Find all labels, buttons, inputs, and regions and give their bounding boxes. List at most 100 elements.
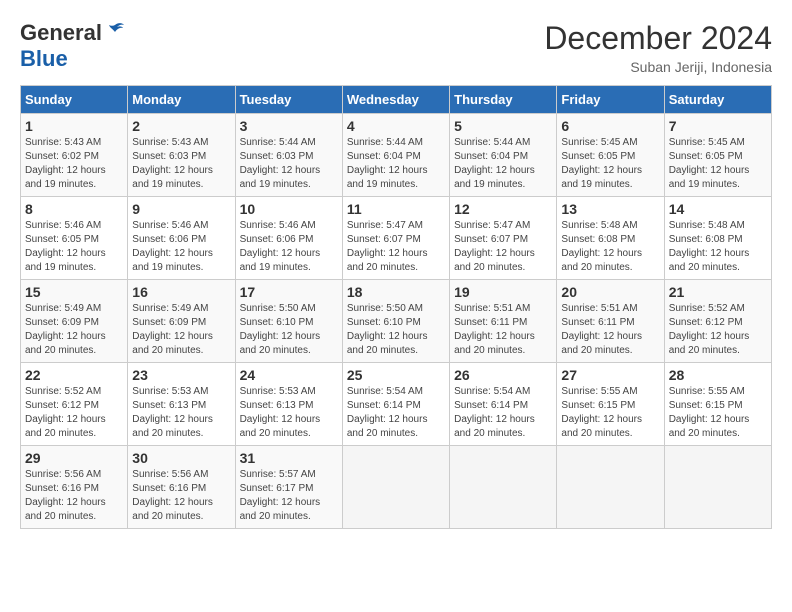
calendar-week-2: 8Sunrise: 5:46 AMSunset: 6:05 PMDaylight… [21,197,772,280]
day-info: Sunrise: 5:48 AMSunset: 6:08 PMDaylight:… [669,219,767,275]
day-info: Sunrise: 5:43 AMSunset: 6:03 PMDaylight:… [132,136,230,192]
day-number: 26 [454,367,552,383]
day-number: 1 [25,118,123,134]
day-info: Sunrise: 5:52 AMSunset: 6:12 PMDaylight:… [25,385,123,441]
table-row: 29 Sunrise: 5:56 AMSunset: 6:16 PMDayligh… [21,446,128,529]
calendar-header-row: Sunday Monday Tuesday Wednesday Thursday… [21,86,772,114]
day-info: Sunrise: 5:54 AMSunset: 6:14 PMDaylight:… [454,385,552,441]
table-row: 7Sunrise: 5:45 AMSunset: 6:05 PMDaylight… [664,114,771,197]
table-row: 6Sunrise: 5:45 AMSunset: 6:05 PMDaylight… [557,114,664,197]
day-info: Sunrise: 5:48 AMSunset: 6:08 PMDaylight:… [561,219,659,275]
logo-general-text: General [20,20,102,46]
day-info: Sunrise: 5:44 AMSunset: 6:03 PMDaylight:… [240,136,338,192]
day-info: Sunrise: 5:45 AMSunset: 6:05 PMDaylight:… [669,136,767,192]
day-number: 29 [25,450,123,466]
day-info: Sunrise: 5:57 AMSunset: 6:17 PMDaylight:… [240,468,338,524]
day-number: 24 [240,367,338,383]
day-number: 31 [240,450,338,466]
table-row: 2 Sunrise: 5:43 AMSunset: 6:03 PMDaylight… [128,114,235,197]
day-info: Sunrise: 5:54 AMSunset: 6:14 PMDaylight:… [347,385,445,441]
location-text: Suban Jeriji, Indonesia [544,59,772,75]
day-number: 4 [347,118,445,134]
table-row [557,446,664,529]
table-row: 13 Sunrise: 5:48 AMSunset: 6:08 PMDayligh… [557,197,664,280]
day-info: Sunrise: 5:56 AMSunset: 6:16 PMDaylight:… [132,468,230,524]
table-row: 25 Sunrise: 5:54 AMSunset: 6:14 PMDayligh… [342,363,449,446]
table-row: 1 Sunrise: 5:43 AMSunset: 6:02 PMDaylight… [21,114,128,197]
table-row: 11Sunrise: 5:47 AMSunset: 6:07 PMDayligh… [342,197,449,280]
table-row: 5 Sunrise: 5:44 AMSunset: 6:04 PMDaylight… [450,114,557,197]
day-info: Sunrise: 5:44 AMSunset: 6:04 PMDaylight:… [454,136,552,192]
col-sunday: Sunday [21,86,128,114]
day-info: Sunrise: 5:51 AMSunset: 6:11 PMDaylight:… [561,302,659,358]
day-number: 22 [25,367,123,383]
table-row: 31 Sunrise: 5:57 AMSunset: 6:17 PMDayligh… [235,446,342,529]
day-number: 15 [25,284,123,300]
table-row: 9 Sunrise: 5:46 AMSunset: 6:06 PMDaylight… [128,197,235,280]
table-row: 12Sunrise: 5:47 AMSunset: 6:07 PMDayligh… [450,197,557,280]
day-number: 10 [240,201,338,217]
table-row [664,446,771,529]
day-info: Sunrise: 5:55 AMSunset: 6:15 PMDaylight:… [561,385,659,441]
day-number: 23 [132,367,230,383]
table-row [342,446,449,529]
day-info: Sunrise: 5:49 AMSunset: 6:09 PMDaylight:… [132,302,230,358]
day-number: 12 [454,201,552,217]
table-row: 22 Sunrise: 5:52 AMSunset: 6:12 PMDayligh… [21,363,128,446]
day-info: Sunrise: 5:43 AMSunset: 6:02 PMDaylight:… [25,136,123,192]
table-row: 21 Sunrise: 5:52 AMSunset: 6:12 PMDayligh… [664,280,771,363]
day-info: Sunrise: 5:51 AMSunset: 6:11 PMDaylight:… [454,302,552,358]
page-header: General Blue December 2024 Suban Jeriji,… [20,20,772,75]
day-number: 11 [347,201,445,217]
calendar-week-4: 22 Sunrise: 5:52 AMSunset: 6:12 PMDayligh… [21,363,772,446]
table-row: 17 Sunrise: 5:50 AMSunset: 6:10 PMDayligh… [235,280,342,363]
table-row: 15 Sunrise: 5:49 AMSunset: 6:09 PMDayligh… [21,280,128,363]
day-number: 30 [132,450,230,466]
day-number: 20 [561,284,659,300]
logo-blue-text: Blue [20,46,68,72]
day-info: Sunrise: 5:50 AMSunset: 6:10 PMDaylight:… [347,302,445,358]
day-number: 2 [132,118,230,134]
col-wednesday: Wednesday [342,86,449,114]
day-number: 25 [347,367,445,383]
day-number: 5 [454,118,552,134]
table-row: 10 Sunrise: 5:46 AMSunset: 6:06 PMDayligh… [235,197,342,280]
day-info: Sunrise: 5:46 AMSunset: 6:05 PMDaylight:… [25,219,123,275]
table-row: 16 Sunrise: 5:49 AMSunset: 6:09 PMDayligh… [128,280,235,363]
day-number: 6 [561,118,659,134]
day-info: Sunrise: 5:56 AMSunset: 6:16 PMDaylight:… [25,468,123,524]
col-tuesday: Tuesday [235,86,342,114]
day-number: 21 [669,284,767,300]
day-number: 13 [561,201,659,217]
day-number: 16 [132,284,230,300]
col-thursday: Thursday [450,86,557,114]
table-row: 14Sunrise: 5:48 AMSunset: 6:08 PMDayligh… [664,197,771,280]
day-number: 17 [240,284,338,300]
table-row: 3 Sunrise: 5:44 AMSunset: 6:03 PMDaylight… [235,114,342,197]
table-row: 27 Sunrise: 5:55 AMSunset: 6:15 PMDayligh… [557,363,664,446]
col-friday: Friday [557,86,664,114]
day-number: 3 [240,118,338,134]
day-number: 18 [347,284,445,300]
table-row [450,446,557,529]
logo: General Blue [20,20,126,72]
month-title: December 2024 [544,20,772,57]
day-info: Sunrise: 5:50 AMSunset: 6:10 PMDaylight:… [240,302,338,358]
day-number: 9 [132,201,230,217]
calendar-week-5: 29 Sunrise: 5:56 AMSunset: 6:16 PMDayligh… [21,446,772,529]
table-row: 19Sunrise: 5:51 AMSunset: 6:11 PMDayligh… [450,280,557,363]
table-row: 23Sunrise: 5:53 AMSunset: 6:13 PMDayligh… [128,363,235,446]
table-row: 18 Sunrise: 5:50 AMSunset: 6:10 PMDayligh… [342,280,449,363]
col-monday: Monday [128,86,235,114]
day-info: Sunrise: 5:46 AMSunset: 6:06 PMDaylight:… [132,219,230,275]
table-row: 30 Sunrise: 5:56 AMSunset: 6:16 PMDayligh… [128,446,235,529]
day-number: 27 [561,367,659,383]
day-info: Sunrise: 5:46 AMSunset: 6:06 PMDaylight:… [240,219,338,275]
day-info: Sunrise: 5:49 AMSunset: 6:09 PMDaylight:… [25,302,123,358]
day-info: Sunrise: 5:55 AMSunset: 6:15 PMDaylight:… [669,385,767,441]
day-info: Sunrise: 5:44 AMSunset: 6:04 PMDaylight:… [347,136,445,192]
day-info: Sunrise: 5:52 AMSunset: 6:12 PMDaylight:… [669,302,767,358]
day-info: Sunrise: 5:53 AMSunset: 6:13 PMDaylight:… [240,385,338,441]
table-row: 24 Sunrise: 5:53 AMSunset: 6:13 PMDayligh… [235,363,342,446]
logo-bird-icon [104,21,126,43]
